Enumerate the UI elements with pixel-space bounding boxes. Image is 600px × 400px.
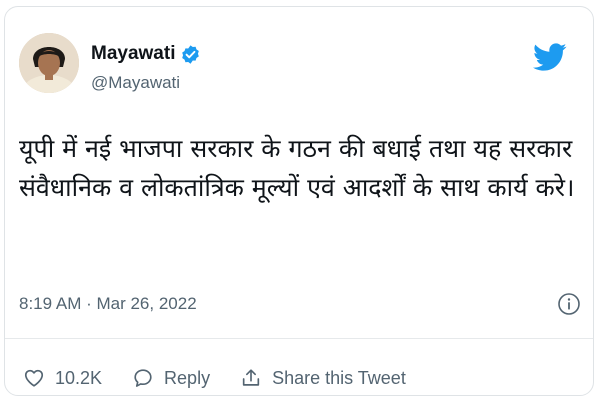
avatar[interactable]: [19, 33, 79, 93]
share-label: Share this Tweet: [272, 367, 406, 388]
divider: [5, 338, 593, 339]
speech-bubble-icon: [134, 369, 152, 387]
tweet-card[interactable]: Mayawati @Mayawati यूपी में नई भाजपा सरक…: [4, 6, 594, 396]
heart-icon: [24, 369, 44, 387]
reply-button[interactable]: Reply: [132, 367, 210, 389]
twitter-bird-icon[interactable]: [533, 43, 567, 73]
tweet-meta: 8:19 AM · Mar 26, 2022: [19, 292, 583, 318]
info-icon[interactable]: [557, 292, 581, 316]
tweet-text: यूपी में नई भाजपा सरकार के गठन की बधाई त…: [19, 134, 575, 202]
tweet-actions: 10.2K Reply Share this Tweet: [23, 363, 436, 393]
reply-label: Reply: [164, 367, 211, 388]
share-upload-icon: [242, 369, 260, 386]
share-button[interactable]: Share this Tweet: [240, 367, 406, 389]
tweet-timestamp[interactable]: 8:19 AM · Mar 26, 2022: [19, 294, 197, 314]
avatar-image: [19, 33, 79, 93]
verified-badge-icon: [180, 44, 201, 65]
author-handle[interactable]: @Mayawati: [91, 73, 180, 93]
like-button[interactable]: 10.2K: [23, 367, 102, 389]
like-count: 10.2K: [55, 367, 103, 388]
author-name[interactable]: Mayawati: [91, 43, 175, 65]
